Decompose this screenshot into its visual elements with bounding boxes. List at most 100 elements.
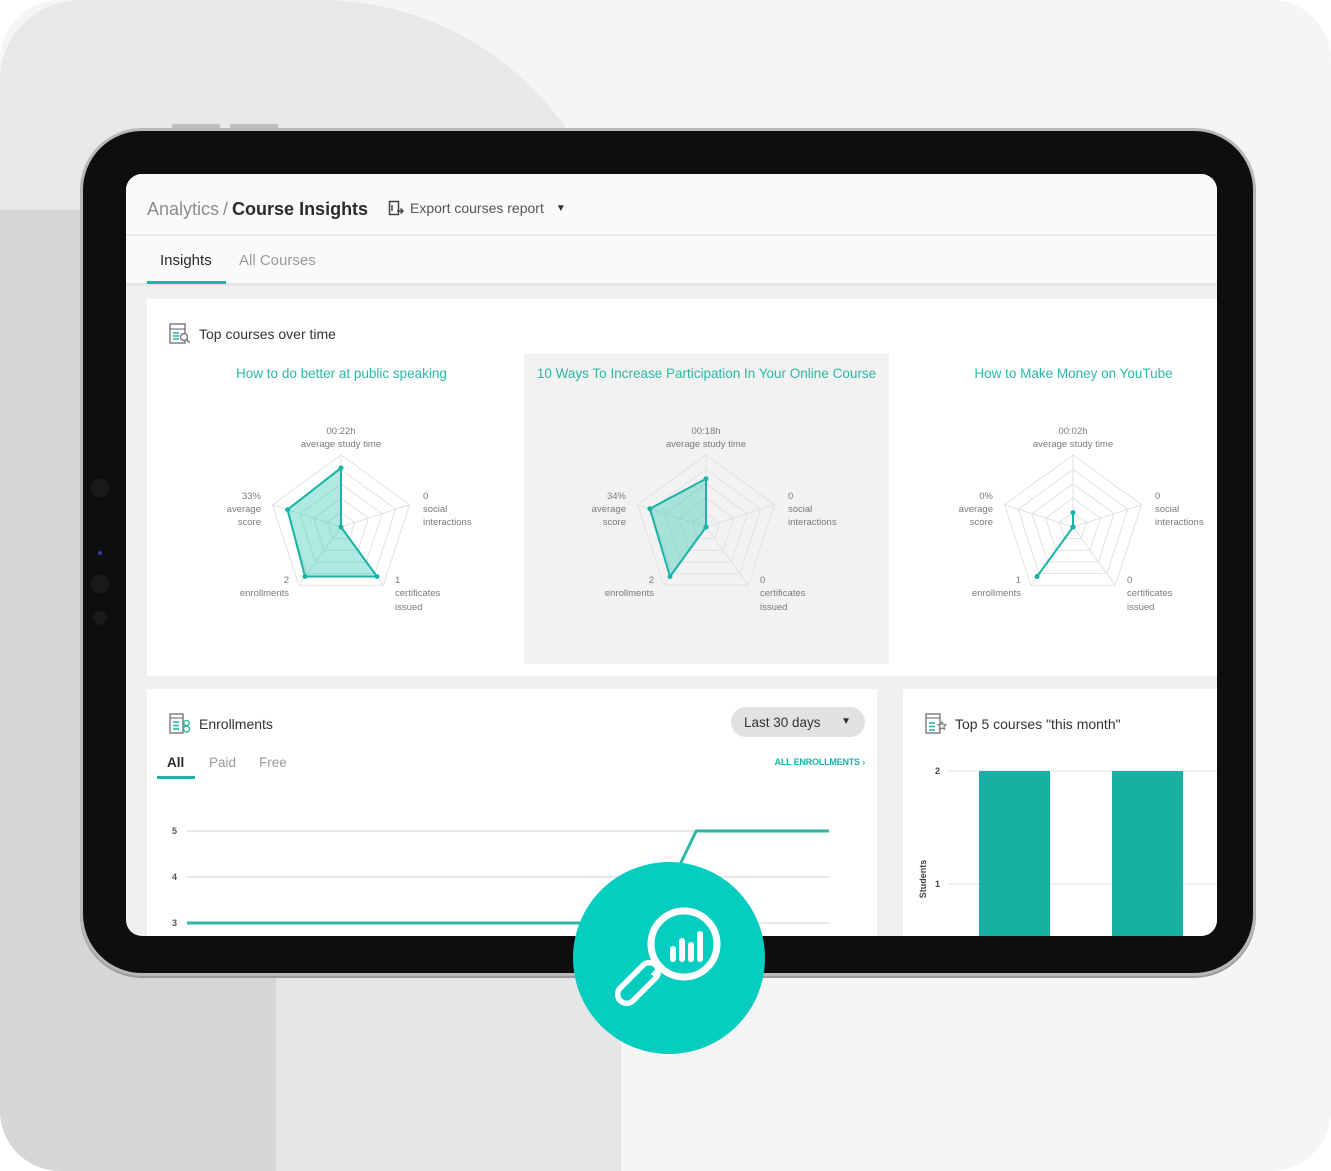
metric-score-value: 34% xyxy=(607,491,627,502)
enrollments-line-chart: 5 4 3 xyxy=(172,826,829,928)
breadcrumb-separator: / xyxy=(223,199,229,219)
report-star-icon xyxy=(925,713,947,734)
breadcrumb-analytics[interactable]: Analytics xyxy=(147,199,219,219)
course-title-link[interactable]: 10 Ways To Increase Participation In You… xyxy=(524,366,889,381)
radar-chart: 00:22h average study time 0 social interacti… xyxy=(227,426,472,613)
course-title-link[interactable]: How to Make Money on YouTube xyxy=(891,366,1217,381)
metric-score-label: average xyxy=(592,504,626,515)
radar-point xyxy=(703,524,709,530)
metric-certificates-label: issued xyxy=(1127,602,1154,613)
page-header: Analytics / Course Insights Export courses… xyxy=(126,174,1217,236)
tab-bar: Insights All Courses xyxy=(126,236,1217,286)
app-screen: Analytics / Course Insights Export courses… xyxy=(126,174,1217,936)
metric-enrollments-value: 2 xyxy=(649,575,654,586)
enrollments-icon xyxy=(169,713,191,734)
radar-point xyxy=(285,507,291,513)
metric-score-label: score xyxy=(970,517,993,528)
top5-header: Top 5 courses "this month" xyxy=(925,713,1121,735)
metric-score-label: average xyxy=(227,504,261,515)
metric-certificates-label: issued xyxy=(395,602,422,613)
top-courses-header: Top courses over time xyxy=(169,323,336,345)
metric-social-value: 0 xyxy=(423,491,428,502)
sensor-dot xyxy=(91,575,109,593)
tab-enrollments-free[interactable]: Free xyxy=(259,755,287,770)
metric-study-time-value: 00:02h xyxy=(1058,426,1087,437)
top5-title: Top 5 courses "this month" xyxy=(955,716,1121,732)
top-courses-panel: Top courses over time How to do better a… xyxy=(147,299,1217,676)
metric-enrollments-value: 1 xyxy=(1016,575,1021,586)
export-icon xyxy=(388,200,404,216)
y-tick-label: 2 xyxy=(935,766,940,776)
y-axis-label: Students xyxy=(918,860,928,899)
metric-enrollments-label: enrollments xyxy=(605,588,654,599)
radar-chart: 00:18h average study time 0 social interacti… xyxy=(592,426,837,613)
active-tab-indicator xyxy=(147,281,226,284)
date-range-select[interactable]: Last 30 days ▼ xyxy=(731,707,865,737)
analytics-badge xyxy=(573,862,765,1054)
metric-study-time-value: 00:22h xyxy=(326,426,355,437)
metric-social-label: interactions xyxy=(423,517,472,528)
radar-point xyxy=(302,574,308,580)
tab-enrollments-all[interactable]: All xyxy=(167,755,184,770)
enrollments-header: Enrollments xyxy=(169,713,273,735)
y-tick-label: 4 xyxy=(172,872,177,882)
course-card[interactable]: How to do better at public speaking 00:2… xyxy=(159,354,524,664)
metric-study-time-label: average study time xyxy=(301,439,381,450)
metric-certificates-label: certificates xyxy=(760,588,806,599)
all-enrollments-link[interactable]: ALL ENROLLMENTS › xyxy=(775,757,866,767)
radar-point xyxy=(338,465,344,471)
course-title-link[interactable]: How to do better at public speaking xyxy=(159,366,524,381)
tab-all-courses[interactable]: All Courses xyxy=(239,252,316,269)
radar-point xyxy=(703,476,709,482)
radar-point xyxy=(647,506,653,512)
export-courses-report-button[interactable]: Export courses report ▼ xyxy=(388,200,566,216)
camera-dot xyxy=(91,479,109,497)
metric-study-time-label: average study time xyxy=(1033,439,1113,450)
radar-point xyxy=(338,524,344,530)
magnifier-chart-icon xyxy=(614,907,721,1007)
radar-point xyxy=(667,574,673,580)
metric-score-value: 0% xyxy=(979,491,993,502)
camera-lens xyxy=(98,551,102,555)
chevron-down-icon: ▼ xyxy=(555,202,566,214)
radar-point xyxy=(1070,524,1076,530)
date-range-value: Last 30 days xyxy=(744,714,821,730)
top5-bar-chart: 2 1 Students xyxy=(918,766,1217,936)
tablet-device: Analytics / Course Insights Export courses… xyxy=(80,128,1256,976)
metric-score-label: score xyxy=(603,517,626,528)
chevron-down-icon: ▼ xyxy=(841,716,851,727)
tab-enrollments-paid[interactable]: Paid xyxy=(209,755,236,770)
radar-point xyxy=(1070,510,1076,516)
course-card[interactable]: How to Make Money on YouTube 00:02h avera… xyxy=(891,354,1217,664)
metric-social-value: 0 xyxy=(1155,491,1160,502)
metric-enrollments-label: enrollments xyxy=(240,588,289,599)
metric-score-value: 33% xyxy=(242,491,262,502)
page-title: Course Insights xyxy=(232,199,369,219)
y-tick-label: 5 xyxy=(172,826,177,836)
metric-social-label: interactions xyxy=(1155,517,1204,528)
metric-social-label: interactions xyxy=(788,517,837,528)
metric-certificates-label: certificates xyxy=(395,588,441,599)
metric-enrollments-label: enrollments xyxy=(972,588,1021,599)
radar-point xyxy=(1034,574,1040,580)
bar xyxy=(1112,771,1183,936)
breadcrumb: Analytics / Course Insights xyxy=(147,199,368,220)
course-card[interactable]: 10 Ways To Increase Participation In You… xyxy=(524,354,889,664)
metric-certificates-value: 0 xyxy=(760,575,765,586)
export-label: Export courses report xyxy=(410,200,544,216)
enrollments-panel: Enrollments Last 30 days ▼ All Paid Free… xyxy=(147,689,877,936)
enrollments-title: Enrollments xyxy=(199,716,273,732)
active-subtab-indicator xyxy=(157,776,195,779)
sensor-dot xyxy=(93,611,107,625)
metric-study-time-label: average study time xyxy=(666,439,746,450)
y-tick-label: 1 xyxy=(935,879,940,889)
top-courses-title: Top courses over time xyxy=(199,326,336,342)
metric-social-label: social xyxy=(423,504,447,515)
metric-certificates-label: certificates xyxy=(1127,588,1173,599)
chevron-right-icon: › xyxy=(862,757,865,767)
metric-study-time-value: 00:18h xyxy=(691,426,720,437)
tab-insights[interactable]: Insights xyxy=(160,252,212,269)
top5-courses-panel: Top 5 courses "this month" 2 1 Students xyxy=(903,689,1217,936)
y-tick-label: 3 xyxy=(172,918,177,928)
bar xyxy=(979,771,1050,936)
